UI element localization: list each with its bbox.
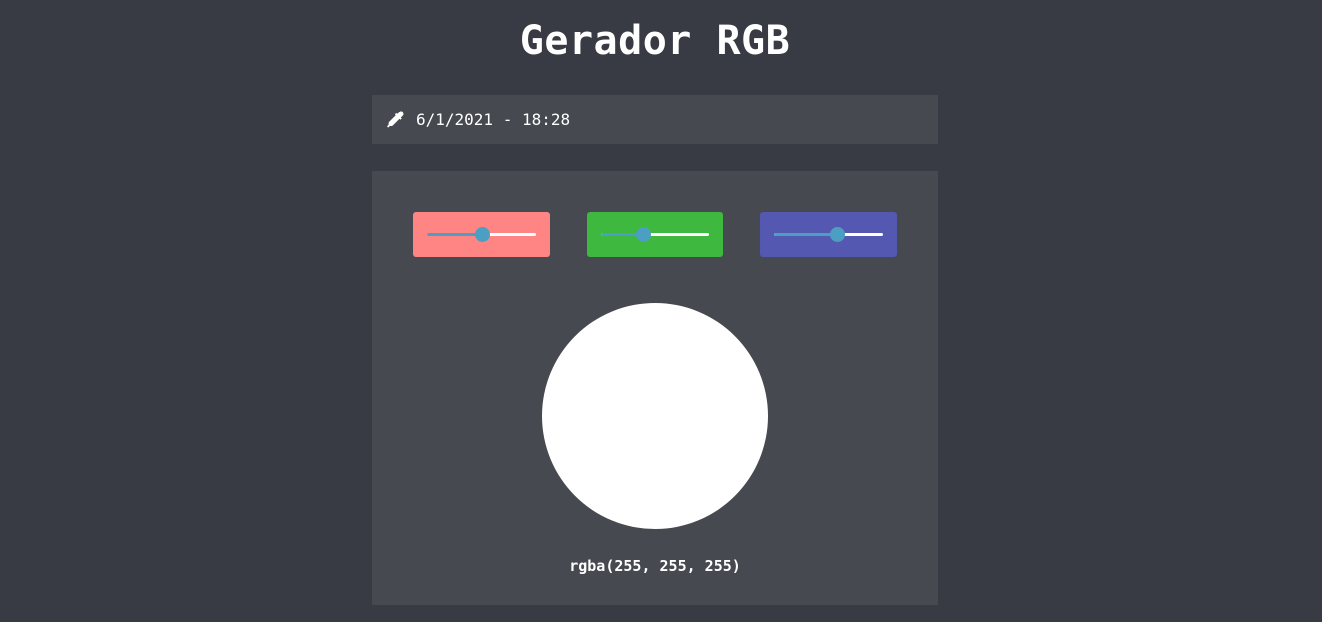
timestamp: 6/1/2021 - 18:28	[416, 110, 571, 129]
red-slider[interactable]	[413, 212, 550, 257]
blue-slider[interactable]	[760, 212, 897, 257]
red-slider-fill	[427, 233, 482, 236]
red-slider-thumb[interactable]	[474, 227, 490, 242]
blue-slider-fill	[774, 233, 838, 236]
color-readout: rgba(255, 255, 255)	[569, 557, 741, 575]
color-panel: rgba(255, 255, 255)	[372, 171, 938, 605]
page-title: Gerador RGB	[519, 18, 791, 64]
eyedropper-icon	[386, 111, 404, 129]
green-slider-track[interactable]	[601, 227, 709, 242]
info-bar: 6/1/2021 - 18:28	[372, 95, 938, 144]
blue-slider-thumb[interactable]	[830, 227, 846, 242]
color-preview-circle	[542, 303, 768, 529]
red-slider-track[interactable]	[427, 227, 536, 242]
green-slider[interactable]	[587, 212, 723, 257]
green-slider-thumb[interactable]	[636, 227, 652, 242]
blue-slider-track[interactable]	[774, 227, 883, 242]
